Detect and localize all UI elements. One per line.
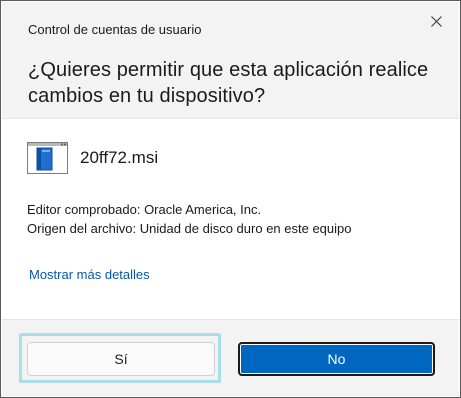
- file-name: 20ff72.msi: [80, 148, 159, 167]
- file-info: Editor comprobado: Oracle America, Inc. …: [27, 200, 352, 238]
- installer-package-icon: [27, 142, 68, 174]
- dialog-header: Control de cuentas de usuario ¿Quieres p…: [2, 2, 459, 119]
- no-button[interactable]: No: [238, 342, 435, 376]
- dialog-title: Control de cuentas de usuario: [28, 22, 202, 37]
- uac-dialog: Control de cuentas de usuario ¿Quieres p…: [0, 0, 461, 398]
- permission-question: ¿Quieres permitir que esta aplicación re…: [28, 59, 429, 107]
- show-more-details-link[interactable]: Mostrar más detalles: [29, 267, 150, 282]
- file-row: 20ff72.msi: [27, 142, 158, 174]
- close-icon: [430, 15, 442, 27]
- dialog-footer: Sí No: [2, 319, 459, 396]
- close-button[interactable]: [421, 8, 451, 34]
- origin-line: Origen del archivo: Unidad de disco duro…: [27, 221, 352, 236]
- yes-button[interactable]: Sí: [27, 342, 215, 376]
- publisher-line: Editor comprobado: Oracle America, Inc.: [27, 202, 262, 217]
